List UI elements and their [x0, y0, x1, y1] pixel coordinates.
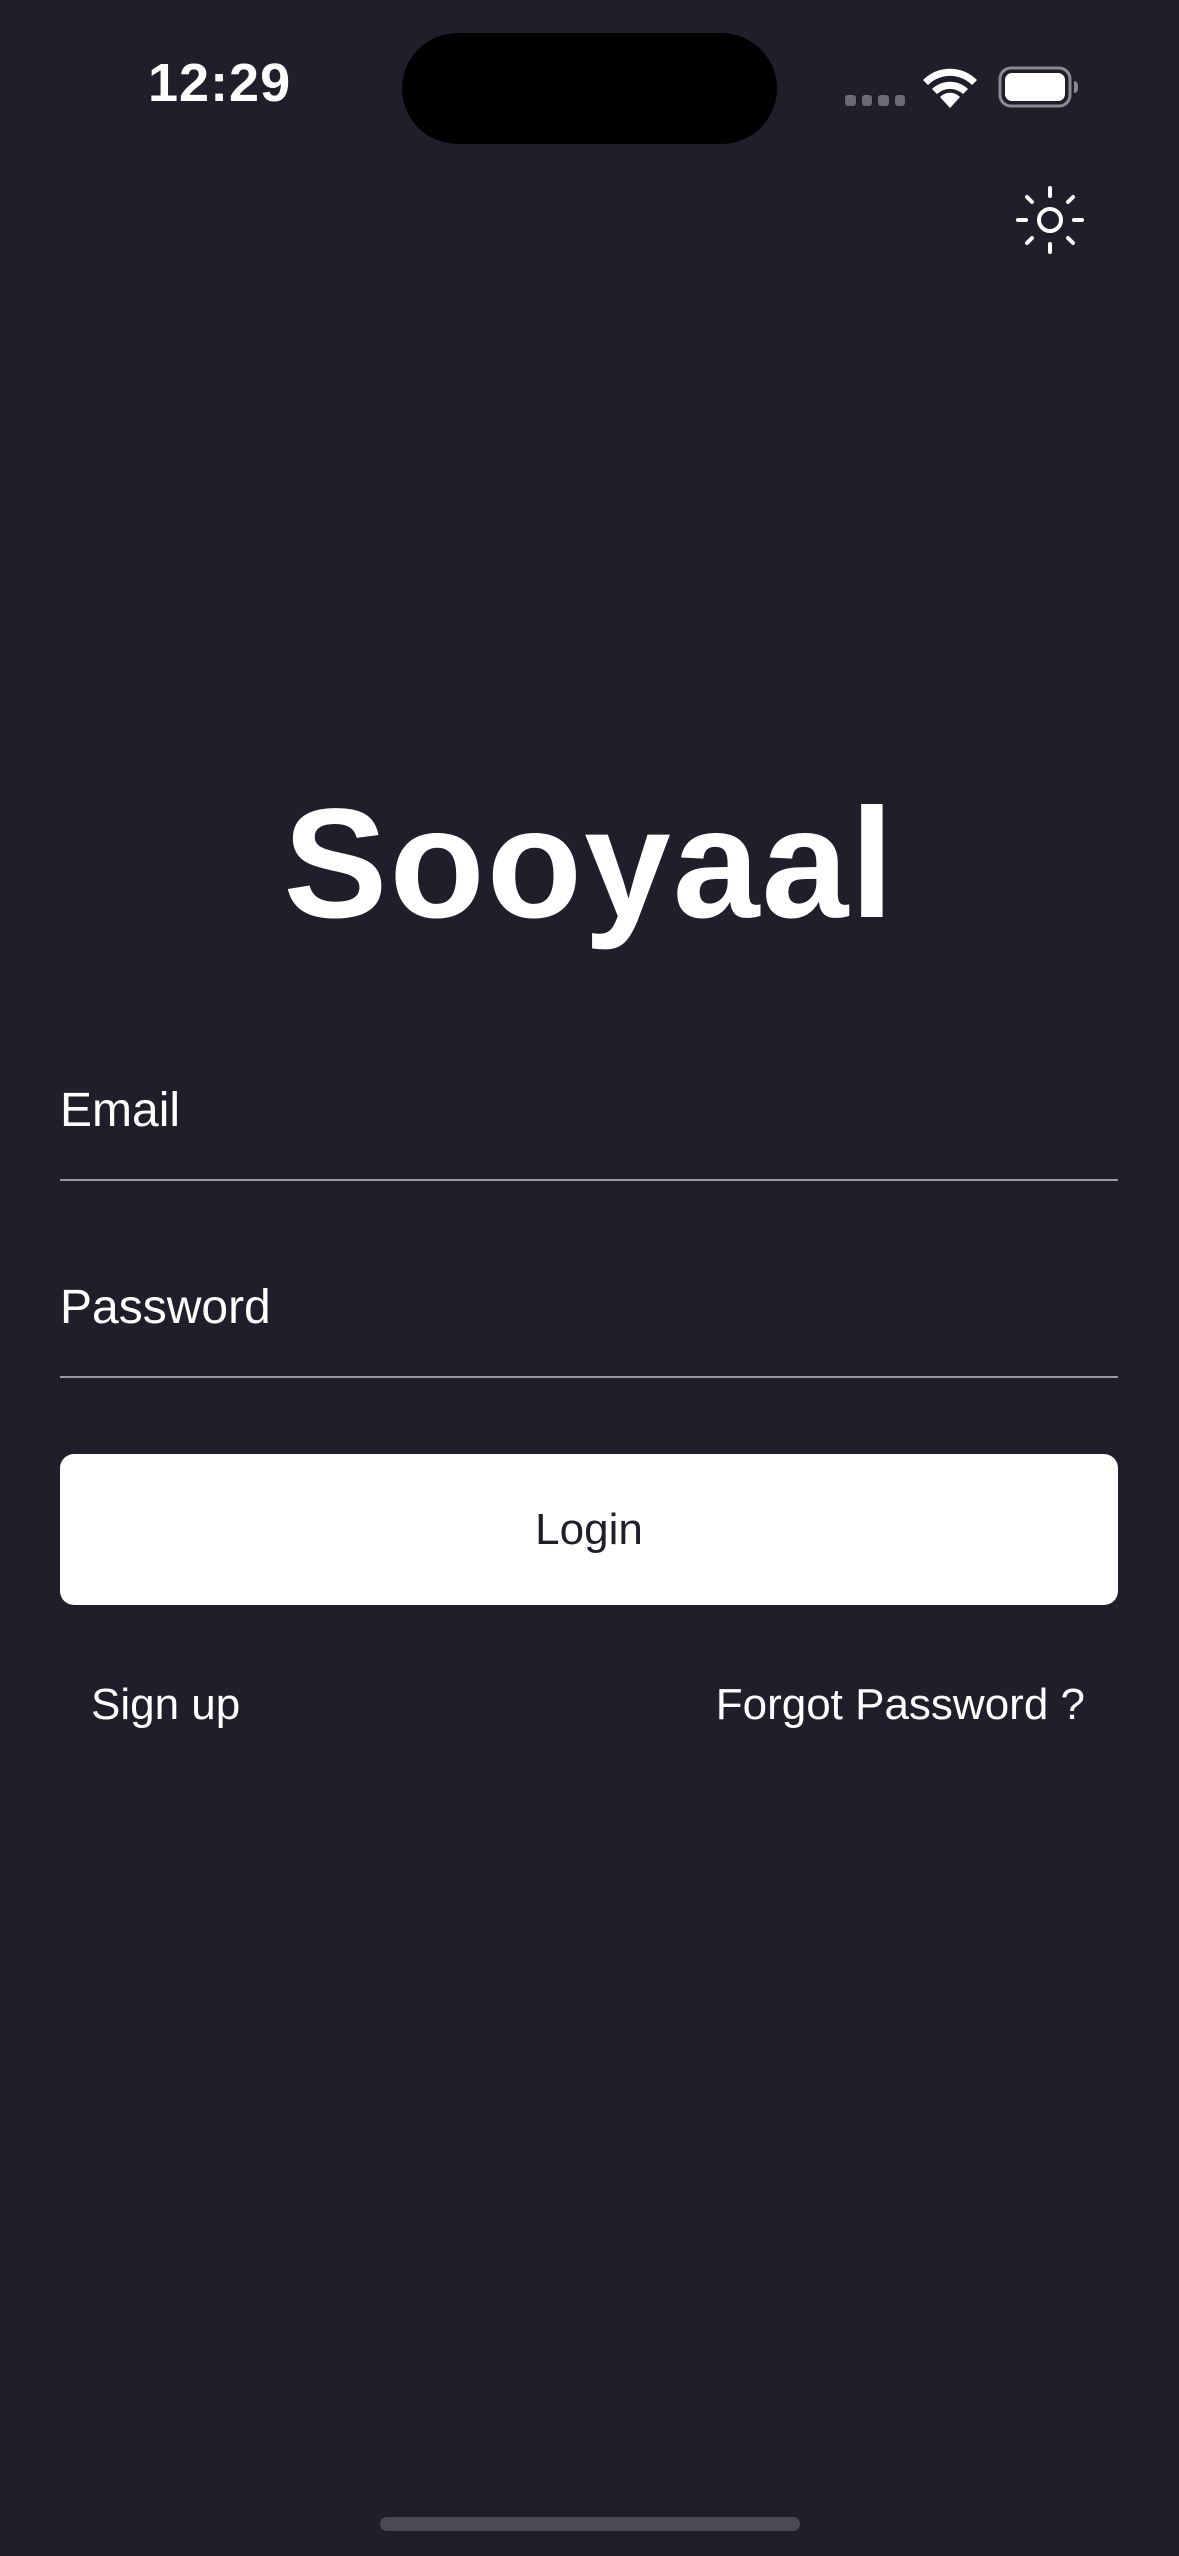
login-button[interactable]: Login: [60, 1454, 1118, 1605]
signup-link[interactable]: Sign up: [91, 1680, 240, 1730]
app-title: Sooyaal: [283, 777, 896, 951]
sun-icon[interactable]: [1012, 182, 1088, 258]
email-field[interactable]: [60, 1065, 1118, 1181]
wifi-icon: [923, 68, 977, 108]
battery-icon: [998, 66, 1078, 108]
status-bar: 12:29: [0, 0, 1179, 170]
home-indicator: [380, 2517, 800, 2531]
email-input[interactable]: [60, 1083, 1118, 1138]
password-field[interactable]: [60, 1262, 1118, 1378]
password-input[interactable]: [60, 1280, 1118, 1335]
signal-dots-icon: [845, 95, 905, 107]
dynamic-island: [402, 33, 777, 144]
status-time: 12:29: [148, 53, 292, 113]
forgot-password-link[interactable]: Forgot Password ?: [716, 1680, 1085, 1730]
